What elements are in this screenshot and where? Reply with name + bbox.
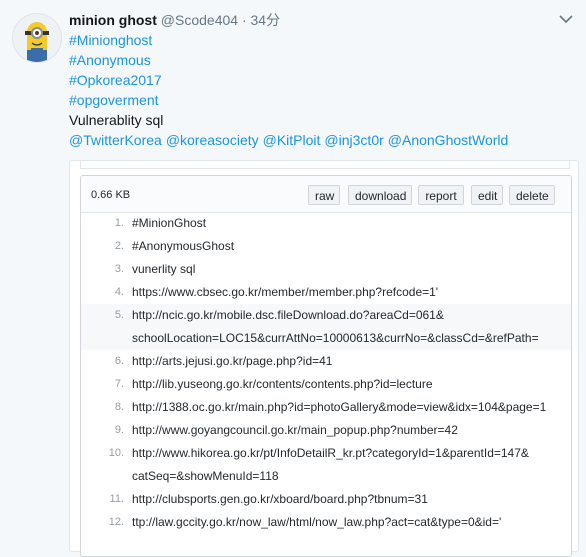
line-number: 12. (108, 516, 124, 528)
mention-link[interactable]: @KitPloit (263, 132, 321, 148)
line-text: #AnonymousGhost (132, 239, 235, 253)
gist-header: 0.66 KB raw download report edit delete (81, 176, 571, 213)
gist-embed: 0.66 KB raw download report edit delete … (80, 175, 572, 557)
line-number: 6. (114, 355, 124, 367)
download-button[interactable]: download (348, 185, 412, 205)
line-number: 3. (114, 263, 124, 275)
line-number: 11. (109, 493, 124, 505)
raw-button[interactable]: raw (308, 185, 340, 205)
hashtag-link[interactable]: #opgoverment (69, 90, 512, 110)
mention-list: @TwitterKorea @koreasociety @KitPloit @inj3… (69, 130, 512, 150)
code-line: 9. http://www.goyangcouncil.go.kr/main_po… (81, 419, 571, 442)
code-line: 11. http://clubsports.gen.go.kr/xboard/bo… (81, 488, 571, 511)
line-text[interactable]: http://arts.jejusi.go.kr/page.php?id=41 (132, 350, 332, 373)
author-name[interactable]: minion ghost (69, 12, 157, 28)
line-text[interactable]: http://www.hikorea.go.kr/pt/InfoDetailR_… (132, 442, 529, 465)
hashtag-link[interactable]: #Anonymous (69, 50, 512, 70)
line-text-wrap[interactable]: catSeq=&showMenuId=118 (132, 465, 279, 488)
hashtag-link[interactable]: #Minionghost (69, 30, 512, 50)
card-divider (80, 161, 570, 169)
code-line: 3. vunerlity sql (81, 258, 571, 281)
tweet-header: minion ghost @Scode404 · 34分 (69, 11, 280, 29)
line-number: 10. (108, 447, 124, 459)
tweet-time[interactable]: · 34分 (242, 12, 280, 28)
delete-button[interactable]: delete (509, 185, 555, 205)
line-number: 5. (114, 309, 124, 321)
line-text[interactable]: https://www.cbsec.go.kr/member/member.ph… (132, 281, 438, 304)
code-line: 10. http://www.hikorea.go.kr/pt/InfoDetai… (81, 442, 571, 488)
line-text[interactable]: http://www.goyangcouncil.go.kr/main_popu… (132, 419, 458, 442)
file-size: 0.66 KB (91, 189, 131, 201)
code-line: 4. https://www.cbsec.go.kr/member/member.… (81, 281, 571, 304)
line-number: 1. (114, 217, 124, 229)
line-text[interactable]: http://clubsports.gen.go.kr/xboard/board… (132, 488, 428, 511)
chevron-down-icon[interactable] (558, 12, 574, 26)
line-number: 9. (114, 424, 124, 436)
line-number: 4. (114, 286, 124, 298)
code-line: 6. http://arts.jejusi.go.kr/page.php?id=4… (81, 350, 571, 373)
mention-link[interactable]: @inj3ct0r (324, 132, 383, 148)
report-button[interactable]: report (418, 185, 464, 205)
mention-link[interactable]: @AnonGhostWorld (388, 132, 509, 148)
minion-avatar-icon (13, 14, 61, 62)
code-line: 7. http://lib.yuseong.go.kr/contents/cont… (81, 373, 571, 396)
line-text[interactable]: http://1388.oc.go.kr/main.php?id=photoGa… (132, 396, 546, 419)
line-text[interactable]: http://lib.yuseong.go.kr/contents/conten… (132, 373, 433, 396)
tweet-body: #Minionghost #Anonymous #Opkorea2017 #op… (69, 30, 512, 150)
code-line: 12. ttp://law.gccity.go.kr/now_law/html/n… (81, 511, 571, 534)
author-handle[interactable]: @Scode404 (161, 12, 238, 28)
code-line: 1. #MinionGhost (81, 212, 571, 235)
line-text-wrap[interactable]: schoolLocation=LOC15&currAttNo=10000613&… (132, 327, 539, 350)
code-line: 8. http://1388.oc.go.kr/main.php?id=photo… (81, 396, 571, 419)
code-lines: 1. #MinionGhost 2. #AnonymousGhost 3. vuner… (81, 212, 571, 534)
edit-button[interactable]: edit (471, 185, 503, 205)
mention-link[interactable]: @TwitterKorea (69, 132, 162, 148)
code-line: 2. #AnonymousGhost (81, 235, 571, 258)
code-line: 5. http://ncic.go.kr/mobile.dsc.fileDownl… (81, 304, 571, 350)
line-number: 2. (114, 240, 124, 252)
line-number: 7. (114, 378, 124, 390)
line-text: vunerlity sql (132, 262, 196, 276)
embedded-card[interactable]: 0.66 KB raw download report edit delete … (69, 160, 579, 557)
mention-link[interactable]: @koreasociety (166, 132, 259, 148)
avatar[interactable] (12, 13, 62, 63)
hashtag-link[interactable]: #Opkorea2017 (69, 70, 512, 90)
line-text[interactable]: http://ncic.go.kr/mobile.dsc.fileDownloa… (132, 304, 444, 327)
line-text: #MinionGhost (132, 216, 207, 230)
line-number: 8. (114, 401, 124, 413)
line-text[interactable]: ttp://law.gccity.go.kr/now_law/html/now_… (132, 511, 501, 534)
tweet-text: Vulnerablity sql (69, 112, 164, 128)
